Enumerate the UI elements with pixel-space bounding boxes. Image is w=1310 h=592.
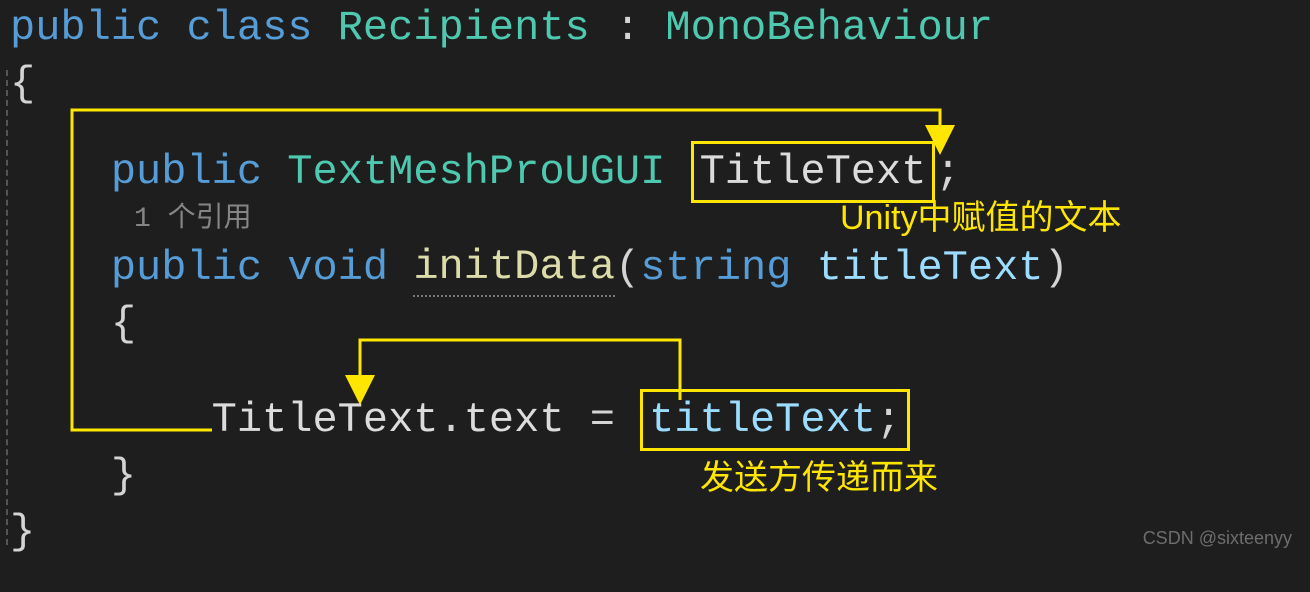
type-name: TextMeshProUGUI xyxy=(287,144,665,201)
rparen: ) xyxy=(1043,240,1068,297)
annotation-unity-field: Unity中赋值的文本 xyxy=(840,196,1121,242)
code-editor[interactable]: public class Recipients : MonoBehaviour … xyxy=(0,0,1310,560)
open-brace: { xyxy=(111,296,136,353)
annotation-sender: 发送方传递而来 xyxy=(700,456,938,502)
code-line: public void initData(string titleText) xyxy=(0,240,1310,296)
semicolon: ; xyxy=(935,144,960,201)
colon: : xyxy=(615,0,640,56)
code-line: { xyxy=(0,56,1310,112)
property: text xyxy=(464,392,565,449)
value-var: titleText xyxy=(649,396,876,444)
close-brace: } xyxy=(111,448,136,505)
keyword-public: public xyxy=(111,144,262,201)
keyword-public: public xyxy=(10,0,161,56)
code-line: public TextMeshProUGUI TitleText; xyxy=(0,144,1310,200)
open-brace: { xyxy=(10,56,35,113)
code-line: public class Recipients : MonoBehaviour xyxy=(0,0,1310,56)
keyword-class: class xyxy=(186,0,312,56)
lparen: ( xyxy=(615,240,640,297)
keyword-void: void xyxy=(287,240,388,297)
param-type: string xyxy=(640,240,791,297)
spacer xyxy=(0,112,1310,144)
references-text: 1 个引用 xyxy=(0,201,252,239)
semicolon: ; xyxy=(876,396,901,444)
field-name: TitleText xyxy=(700,148,927,196)
keyword-public: public xyxy=(111,240,262,297)
dot: . xyxy=(438,392,463,449)
method-name: initData xyxy=(413,239,615,298)
close-brace: } xyxy=(10,504,35,561)
base-class: MonoBehaviour xyxy=(665,0,993,56)
code-line: } xyxy=(0,504,1310,560)
code-line: TitleText.text = titleText; xyxy=(0,392,1310,448)
code-line: } xyxy=(0,448,1310,504)
spacer xyxy=(0,352,1310,392)
class-name: Recipients xyxy=(338,0,590,56)
watermark: CSDN @sixteenyy xyxy=(1143,526,1292,550)
target-object: TitleText xyxy=(212,392,439,449)
param-name: titleText xyxy=(817,240,1044,297)
equals: = xyxy=(565,392,641,449)
code-line: { xyxy=(0,296,1310,352)
